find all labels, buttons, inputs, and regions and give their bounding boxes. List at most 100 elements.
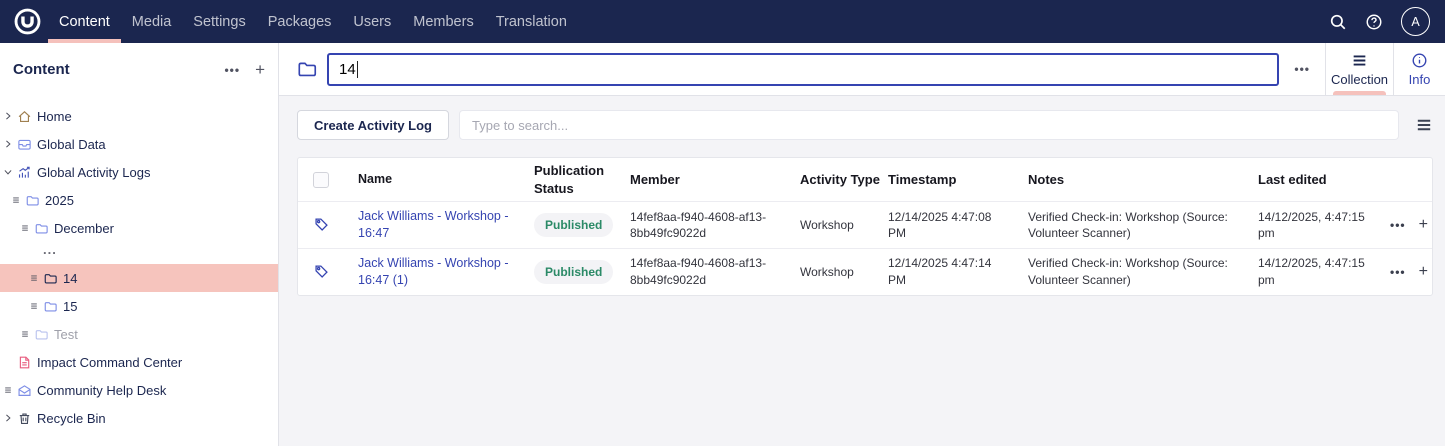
collection-search-input[interactable] — [459, 110, 1399, 140]
row-add-button[interactable]: + — [1419, 261, 1429, 283]
tree-item-14[interactable]: 14 — [0, 264, 278, 292]
avatar[interactable]: A — [1401, 7, 1430, 36]
create-activity-log-button[interactable]: Create Activity Log — [297, 110, 449, 140]
tree-item-label: Global Activity Logs — [37, 164, 151, 180]
tree-item-label: Test — [54, 326, 78, 342]
select-all-checkbox[interactable] — [313, 171, 329, 188]
table-row: Jack Williams - Workshop - 16:47 Publish… — [298, 201, 1432, 248]
folder-icon — [35, 223, 48, 233]
tree-item-label: Recycle Bin — [37, 410, 106, 426]
top-navbar: Content Media Settings Packages Users Members… — [0, 0, 1445, 43]
drag-handle-icon[interactable] — [3, 385, 13, 395]
collection-body: Create Activity Log Name Publication Stat… — [279, 96, 1445, 446]
tab-collection[interactable]: Collection — [1325, 43, 1393, 95]
table-rows: Jack Williams - Workshop - 16:47 Publish… — [298, 201, 1432, 295]
tab-info-label: Info — [1408, 71, 1431, 87]
row-name-link[interactable]: Jack Williams - Workshop - 16:47 (1) — [358, 256, 508, 287]
folder-icon — [296, 58, 318, 80]
row-notes: Verified Check-in: Workshop (Source: Vol… — [1028, 256, 1228, 287]
search-icon[interactable] — [1329, 13, 1347, 31]
tree-item-global-data[interactable]: Global Data — [0, 130, 278, 158]
help-icon[interactable] — [1365, 13, 1383, 31]
tree-item-home[interactable]: Home — [0, 102, 278, 130]
tree-item-december[interactable]: December — [0, 214, 278, 242]
folder-icon — [35, 329, 48, 339]
avatar-initial: A — [1411, 14, 1420, 29]
row-activity-type: Workshop — [800, 217, 854, 232]
tag-icon — [313, 263, 330, 280]
chevron-right-icon[interactable] — [3, 413, 13, 423]
column-header-publication-status: Publication Status — [534, 162, 605, 196]
row-member: 14fef8aa-f940-4608-af13-8bb49fc9022d — [630, 209, 767, 240]
content-name-input[interactable]: 14 — [327, 52, 1280, 86]
tree-item-impact-command-center[interactable]: Impact Command Center — [0, 348, 278, 376]
row-timestamp: 12/14/2025 4:47:08 PM — [888, 209, 992, 240]
row-timestamp: 12/14/2025 4:47:14 PM — [888, 256, 992, 287]
header-more-button[interactable]: ••• — [1279, 62, 1325, 76]
drag-handle-icon[interactable] — [20, 329, 30, 339]
tree-item-label: Impact Command Center — [37, 354, 183, 370]
content-name-value: 14 — [339, 60, 356, 78]
text-cursor — [356, 60, 358, 78]
drag-handle-icon[interactable] — [29, 301, 39, 311]
folder-icon — [44, 273, 57, 283]
table-header-row: Name Publication Status Member Activity Typ… — [298, 158, 1432, 201]
table-row: Jack Williams - Workshop - 16:47 (1) Pub… — [298, 247, 1432, 295]
nav-item-users[interactable]: Users — [342, 0, 402, 43]
umbraco-logo[interactable] — [14, 8, 41, 35]
column-header-notes: Notes — [1028, 171, 1065, 187]
nav-item-content[interactable]: Content — [48, 0, 121, 43]
row-add-button[interactable]: + — [1419, 214, 1429, 236]
column-header-timestamp: Timestamp — [888, 171, 957, 187]
sidebar-more-button[interactable]: ••• — [224, 63, 240, 77]
tree-item-label: 2025 — [45, 192, 74, 208]
tree-item-community-help-desk[interactable]: Community Help Desk — [0, 376, 278, 404]
column-header-activity-type: Activity Type — [800, 171, 880, 187]
row-name-link[interactable]: Jack Williams - Workshop - 16:47 — [358, 209, 508, 240]
column-header-member: Member — [630, 171, 680, 187]
drag-handle-icon[interactable] — [11, 195, 21, 205]
tree-item-global-activity-logs[interactable]: Global Activity Logs — [0, 158, 278, 186]
sidebar-header: Content ••• + — [0, 43, 278, 96]
document-icon — [19, 356, 30, 368]
tree-item-recycle-bin[interactable]: Recycle Bin — [0, 404, 278, 432]
row-activity-type: Workshop — [800, 264, 854, 279]
tab-info[interactable]: Info — [1393, 43, 1445, 95]
nav-item-members[interactable]: Members — [402, 0, 484, 43]
tree-item-label: Home — [37, 108, 72, 124]
chevron-down-icon[interactable] — [3, 167, 13, 177]
nav-item-translation[interactable]: Translation — [485, 0, 578, 43]
row-member: 14fef8aa-f940-4608-af13-8bb49fc9022d — [630, 256, 767, 287]
nav-item-packages[interactable]: Packages — [257, 0, 343, 43]
column-header-last-edited: Last edited — [1258, 171, 1327, 187]
drag-handle-icon[interactable] — [20, 223, 30, 233]
collection-toolbar: Create Activity Log — [297, 110, 1433, 140]
app-root: Content Media Settings Packages Users Members… — [0, 0, 1445, 446]
tree-item-test[interactable]: Test — [0, 320, 278, 348]
chevron-right-icon[interactable] — [3, 111, 13, 121]
tree-item-label: Global Data — [37, 136, 106, 152]
nav-item-settings[interactable]: Settings — [182, 0, 256, 43]
status-badge: Published — [534, 259, 614, 284]
mail-icon — [18, 384, 31, 396]
row-notes: Verified Check-in: Workshop (Source: Vol… — [1028, 209, 1228, 240]
status-badge: Published — [534, 212, 614, 237]
tree-more-indicator[interactable]: ... — [0, 242, 278, 264]
nav-item-media[interactable]: Media — [121, 0, 183, 43]
tree-item-label: Community Help Desk — [37, 382, 167, 398]
sidebar-add-button[interactable]: + — [255, 60, 265, 80]
row-more-button[interactable]: ••• — [1390, 217, 1406, 233]
chart-icon — [18, 166, 30, 178]
list-view-icon[interactable] — [1415, 116, 1433, 134]
content-header: 14 ••• Collection Info — [279, 43, 1445, 96]
row-more-button[interactable]: ••• — [1390, 264, 1406, 280]
tree-item-2025[interactable]: 2025 — [0, 186, 278, 214]
main-row: Content ••• + Home Global Data Global Acti… — [0, 43, 1445, 446]
info-icon — [1412, 53, 1427, 67]
chevron-right-icon[interactable] — [3, 139, 13, 149]
tree-item-label: 14 — [63, 270, 78, 286]
row-last-edited: 14/12/2025, 4:47:15 pm — [1258, 209, 1365, 240]
tree-item-15[interactable]: 15 — [0, 292, 278, 320]
drag-handle-icon[interactable] — [29, 273, 39, 283]
tab-collection-label: Collection — [1330, 71, 1389, 87]
